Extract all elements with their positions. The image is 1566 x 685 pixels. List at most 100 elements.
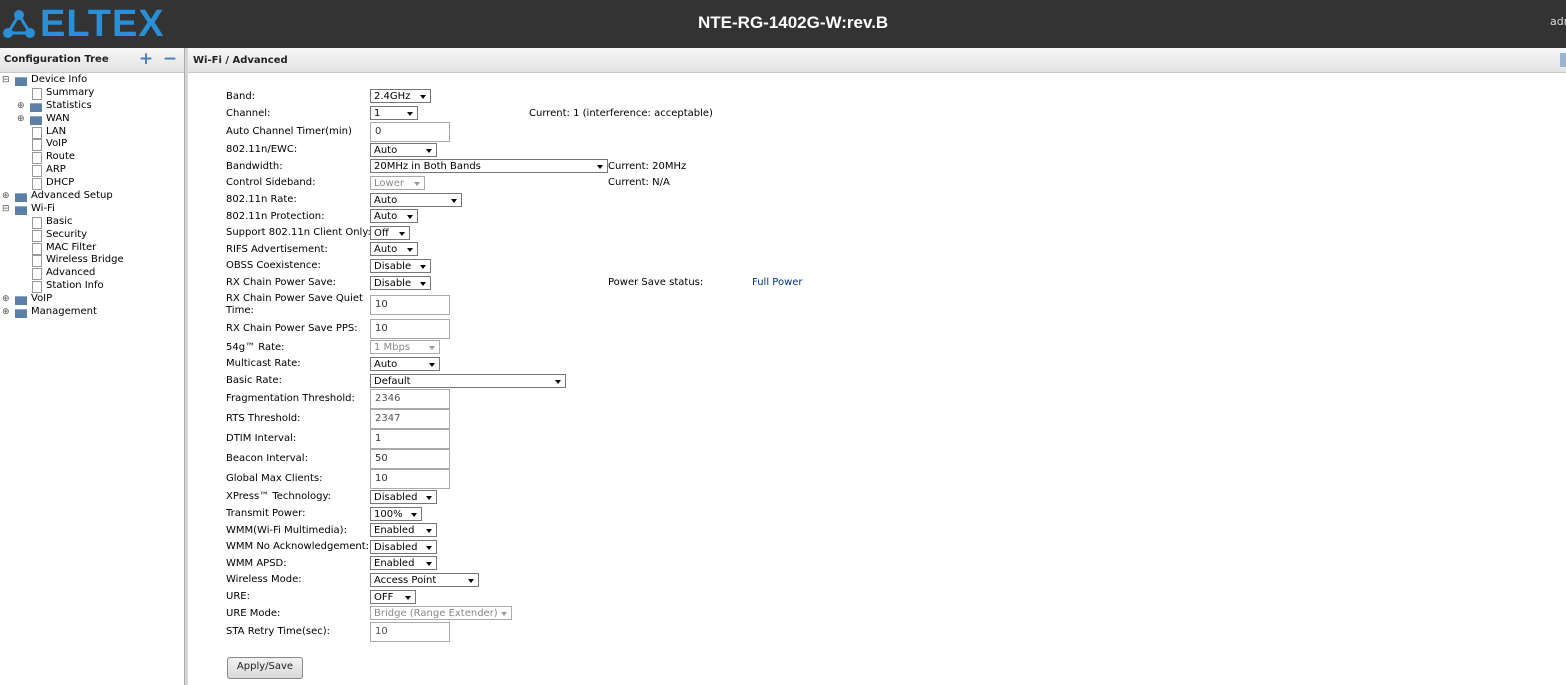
wmm-noack-select[interactable]: Disabled [370, 540, 437, 554]
tree-item-label: Summary [46, 86, 95, 98]
xpress-label: XPress™ Technology: [226, 491, 332, 502]
tree-item-label: Basic [46, 215, 73, 227]
tree-item-advanced-setup[interactable]: ⊕ Advanced Setup [0, 190, 184, 203]
eltex-logo: ELTEX [2, 3, 165, 45]
user-name[interactable]: admin [1550, 15, 1566, 28]
frag-threshold-input[interactable]: 2346 [370, 389, 450, 409]
ure-mode-value: Bridge (Range Extender) [374, 608, 498, 619]
wmm-noack-value: Disabled [374, 542, 418, 553]
content-header: Wi-Fi / Advanced [188, 48, 1566, 73]
rx-power-save-select[interactable]: Disable [370, 276, 431, 290]
expand-icon[interactable]: ⊕ [17, 113, 25, 126]
dtim-input[interactable]: 1 [370, 429, 450, 449]
rate-54g-value: 1 Mbps [374, 342, 411, 353]
n-protection-select[interactable]: Auto [370, 209, 418, 223]
basic-rate-select[interactable]: Default [370, 374, 566, 388]
max-clients-input[interactable]: 10 [370, 469, 450, 489]
apply-save-button[interactable]: Apply/Save [227, 657, 303, 679]
collapse-icon[interactable]: ⊟ [2, 74, 10, 87]
tree-item-label: Device Info [31, 74, 88, 85]
tree-item-label: Wireless Bridge [46, 254, 124, 266]
tree-item-lan[interactable]: LAN [0, 126, 184, 139]
print-icon[interactable] [1560, 53, 1566, 67]
n-rate-label: 802.11n Rate: [226, 194, 297, 205]
rts-threshold-label: RTS Threshold: [226, 413, 301, 424]
rx-pps-input[interactable]: 10 [370, 319, 450, 339]
tree-item-label: Security [46, 228, 88, 240]
n-protection-label: 802.11n Protection: [226, 211, 325, 222]
bandwidth-select[interactable]: 20MHz in Both Bands [370, 159, 608, 173]
tree-item-advanced[interactable]: Advanced [0, 267, 184, 281]
sta-retry-input[interactable]: 10 [370, 622, 450, 642]
n-client-only-select[interactable]: Off [370, 226, 410, 240]
tree-item-security[interactable]: Security [0, 229, 184, 242]
ewc-select[interactable]: Auto [370, 143, 437, 157]
tree-item-label: Route [46, 151, 76, 163]
tree-item-wan[interactable]: ⊕ WAN [0, 113, 184, 126]
obss-select[interactable]: Disable [370, 259, 431, 273]
tree-item-label: Wi-Fi [31, 202, 55, 214]
tree-item-station-info[interactable]: Station Info [0, 280, 184, 294]
n-rate-select[interactable]: Auto [370, 193, 462, 207]
page-icon [32, 139, 42, 152]
dropdown-arrow-icon [426, 546, 432, 550]
n-rate-value: Auto [374, 195, 398, 206]
control-sideband-select: Lower [370, 176, 425, 190]
band-value: 2.4GHz [374, 91, 411, 102]
sidebar-title: Configuration Tree [4, 54, 109, 65]
page-icon [32, 87, 42, 100]
basic-rate-label: Basic Rate: [226, 375, 282, 386]
dtim-label: DTIM Interval: [226, 433, 297, 444]
auto-channel-timer-label: Auto Channel Timer(min) [226, 126, 352, 137]
ure-select[interactable]: OFF [370, 590, 416, 604]
minus-icon[interactable]: − [162, 50, 178, 68]
dropdown-arrow-icon [501, 612, 507, 616]
dropdown-arrow-icon [420, 95, 426, 99]
dropdown-arrow-icon [420, 265, 426, 269]
xpress-select[interactable]: Disabled [370, 490, 437, 504]
tree-item-label: Advanced [46, 267, 96, 279]
wmm-apsd-select[interactable]: Enabled [370, 556, 437, 570]
auto-channel-timer-input[interactable]: 0 [370, 122, 450, 142]
tree-item-arp[interactable]: ARP [0, 164, 184, 178]
tree-item-dhcp[interactable]: DHCP [0, 177, 184, 191]
tree-item-wi-fi[interactable]: ⊟ Wi-Fi [0, 203, 184, 216]
tree-item-wireless-bridge[interactable]: Wireless Bridge [0, 254, 184, 268]
tree-item-management[interactable]: ⊕ Management [0, 306, 184, 319]
tree-item-label: Advanced Setup [31, 190, 113, 202]
dropdown-arrow-icon [426, 562, 432, 566]
tree-item-summary[interactable]: Summary [0, 87, 184, 100]
band-select[interactable]: 2.4GHz [370, 89, 431, 103]
tree-item-label: Statistics [46, 99, 92, 111]
rx-pps-label: RX Chain Power Save PPS: [226, 323, 358, 334]
wmm-value: Enabled [374, 525, 415, 536]
rifs-select[interactable]: Auto [370, 242, 418, 256]
tree-item-label: Management [31, 306, 97, 318]
tx-power-select[interactable]: 100% [370, 507, 422, 521]
rx-quiet-time-input[interactable]: 10 [370, 295, 450, 315]
tree-item-statistics[interactable]: ⊕ Statistics [0, 100, 184, 113]
tree-item-route[interactable]: Route [0, 151, 184, 165]
ewc-label: 802.11n/EWC: [226, 144, 298, 155]
multicast-rate-select[interactable]: Auto [370, 357, 440, 371]
collapse-icon[interactable]: ⊟ [2, 203, 10, 216]
expand-icon[interactable]: ⊕ [2, 293, 10, 306]
rx-power-save-label: RX Chain Power Save: [226, 277, 337, 288]
page-icon [32, 281, 42, 294]
tree-item-voip[interactable]: VoIP [0, 138, 184, 152]
beacon-input[interactable]: 50 [370, 449, 450, 469]
tree-item-device-info[interactable]: ⊟ Device Info [0, 74, 184, 87]
wmm-select[interactable]: Enabled [370, 523, 437, 537]
tree-item-voip[interactable]: ⊕ VoIP [0, 293, 184, 306]
rts-threshold-input[interactable]: 2347 [370, 409, 450, 429]
page-icon [32, 229, 42, 242]
expand-icon[interactable]: ⊕ [2, 190, 10, 203]
plus-icon[interactable]: + [138, 50, 154, 68]
expand-icon[interactable]: ⊕ [17, 100, 25, 113]
channel-select[interactable]: 1 [370, 106, 418, 120]
wmm-noack-label: WMM No Acknowledgement: [226, 541, 369, 552]
tree-item-basic[interactable]: Basic [0, 216, 184, 229]
expand-icon[interactable]: ⊕ [2, 306, 10, 319]
wireless-mode-select[interactable]: Access Point [370, 573, 479, 587]
tree-item-mac-filter[interactable]: MAC Filter [0, 242, 184, 255]
